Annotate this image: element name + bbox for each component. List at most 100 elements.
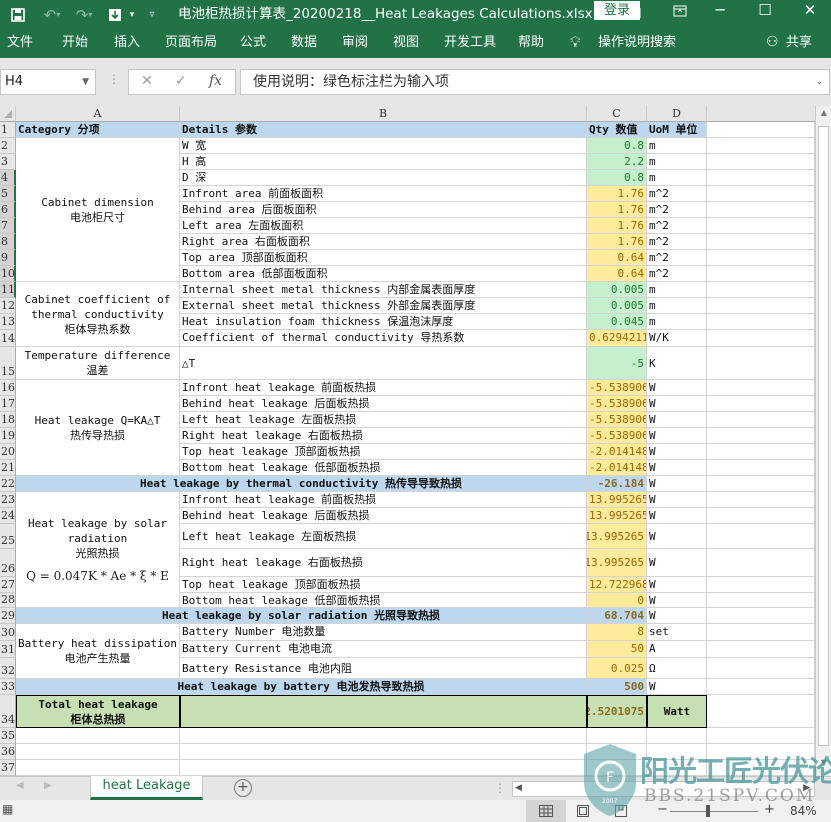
uom-cell[interactable]: m: [647, 154, 707, 170]
detail-cell[interactable]: Behind heat leakage 后面板热损: [180, 508, 587, 524]
uom-cell[interactable]: W: [647, 396, 707, 412]
uom-cell[interactable]: m^2: [647, 186, 707, 202]
row-header[interactable]: 22: [0, 476, 16, 492]
empty-cell[interactable]: [707, 347, 815, 380]
empty-cell[interactable]: [587, 728, 647, 744]
qty-cell[interactable]: -5.538906: [587, 428, 647, 444]
qty-cell[interactable]: 0.005: [587, 282, 647, 298]
row-header[interactable]: 21: [0, 460, 16, 476]
row-header[interactable]: 1: [0, 122, 16, 138]
qty-cell[interactable]: 1.76: [587, 202, 647, 218]
empty-cell[interactable]: [707, 396, 815, 412]
qty-cell[interactable]: 13.995265: [587, 492, 647, 508]
insert-function-icon[interactable]: fx: [209, 73, 222, 89]
row-header[interactable]: 14: [0, 330, 16, 347]
zoom-out-button[interactable]: −: [657, 802, 668, 817]
empty-cell[interactable]: [180, 760, 587, 776]
detail-cell[interactable]: Bottom heat leakage 低部面板热损: [180, 593, 587, 608]
qty-cell[interactable]: 13.995265: [587, 508, 647, 524]
subtotal-battery[interactable]: 500: [587, 679, 647, 695]
empty-cell[interactable]: [707, 282, 815, 298]
empty-cell[interactable]: [707, 314, 815, 330]
row-header[interactable]: 29: [0, 608, 16, 624]
uom-cell[interactable]: m^2: [647, 202, 707, 218]
next-sheet-icon[interactable]: ▶: [44, 780, 52, 791]
row-header[interactable]: 15: [0, 347, 16, 380]
uom-cell[interactable]: W: [647, 460, 707, 476]
empty-cell[interactable]: [707, 679, 815, 695]
empty-cell[interactable]: [707, 508, 815, 524]
subtotal-conduction[interactable]: -26.184: [587, 476, 647, 492]
uom-cell[interactable]: Ω: [647, 658, 707, 679]
share-user-icon[interactable]: ⚇: [766, 29, 779, 58]
empty-cell[interactable]: [707, 658, 815, 679]
detail-cell[interactable]: Right area 右面板面积: [180, 234, 587, 250]
empty-cell[interactable]: [707, 428, 815, 444]
login-button[interactable]: 登录: [594, 1, 640, 20]
uom-cell[interactable]: m: [647, 170, 707, 186]
column-header-b[interactable]: B: [180, 106, 587, 122]
tab-view[interactable]: 视图: [393, 29, 419, 58]
qty-cell[interactable]: 1.76: [587, 234, 647, 250]
horizontal-scrollbar[interactable]: ◀ ▶: [512, 781, 815, 797]
category-conduction[interactable]: Heat leakage Q=KA△T 热传导热损: [16, 380, 180, 476]
uom-cell[interactable]: m^2: [647, 266, 707, 282]
vertical-scrollbar[interactable]: ▲ ▼: [815, 106, 831, 776]
uom-cell[interactable]: W: [647, 444, 707, 460]
uom-cell[interactable]: W: [647, 412, 707, 428]
qty-cell[interactable]: 50: [587, 641, 647, 658]
detail-cell[interactable]: Right heat leakage 右面板热损: [180, 549, 587, 577]
empty-cell[interactable]: [180, 744, 587, 760]
row-header[interactable]: 5: [0, 186, 16, 202]
tab-split-grip-icon[interactable]: ⋮: [494, 781, 506, 795]
empty-cell[interactable]: [707, 476, 815, 492]
detail-cell[interactable]: Bottom area 低部面板面积: [180, 266, 587, 282]
uom-cell[interactable]: m: [647, 314, 707, 330]
detail-cell[interactable]: Left heat leakage 左面板热损: [180, 524, 587, 549]
expand-formula-icon[interactable]: ⌄: [815, 70, 823, 94]
empty-cell[interactable]: [707, 138, 815, 154]
redo-icon[interactable]: ↷ ▾: [70, 0, 98, 29]
detail-cell[interactable]: △T: [180, 347, 587, 380]
customize-icon[interactable]: ▿: [144, 0, 160, 29]
detail-cell[interactable]: Top area 顶部面板面积: [180, 250, 587, 266]
detail-cell[interactable]: Internal sheet metal thickness 内部金属表面厚度: [180, 282, 587, 298]
page-break-button[interactable]: [614, 804, 628, 821]
qty-cell[interactable]: -5.538906: [587, 380, 647, 396]
empty-cell[interactable]: [647, 728, 707, 744]
row-header[interactable]: 26: [0, 549, 16, 577]
column-header-c[interactable]: C: [587, 106, 647, 122]
empty-cell[interactable]: [707, 186, 815, 202]
tab-insert[interactable]: 插入: [114, 29, 140, 58]
empty-cell[interactable]: [647, 744, 707, 760]
uom-cell[interactable]: m^2: [647, 234, 707, 250]
total-value[interactable]: 542.5201075: [587, 695, 647, 728]
empty-cell[interactable]: [707, 524, 815, 549]
name-box[interactable]: H4 ▼: [0, 69, 96, 95]
qty-cell[interactable]: 0.6294211: [587, 330, 647, 347]
empty-cell[interactable]: [16, 728, 180, 744]
qty-cell[interactable]: -2.014148: [587, 460, 647, 476]
qty-cell[interactable]: 1.76: [587, 186, 647, 202]
row-header[interactable]: 30: [0, 624, 16, 641]
zoom-slider-track[interactable]: [670, 811, 758, 812]
row-header[interactable]: 28: [0, 593, 16, 608]
empty-cell[interactable]: [707, 202, 815, 218]
uom-cell[interactable]: m: [647, 138, 707, 154]
tab-page-layout[interactable]: 页面布局: [165, 29, 217, 58]
vertical-scroll-thumb[interactable]: [818, 126, 829, 746]
header-uom[interactable]: UoM 单位: [647, 122, 707, 138]
scroll-left-icon[interactable]: ◀: [515, 783, 522, 793]
empty-cell[interactable]: [707, 492, 815, 508]
zoom-in-button[interactable]: +: [764, 802, 775, 817]
row-header[interactable]: 10: [0, 266, 16, 282]
macro-record-icon[interactable]: ▦: [2, 802, 13, 816]
empty-cell[interactable]: [707, 444, 815, 460]
empty-cell[interactable]: [707, 608, 815, 624]
row-header[interactable]: 9: [0, 250, 16, 266]
maximize-icon[interactable]: ☐: [745, 0, 785, 22]
row-header[interactable]: 31: [0, 641, 16, 658]
close-icon[interactable]: ✕: [790, 0, 830, 22]
subtotal-solar[interactable]: 68.704: [587, 608, 647, 624]
empty-cell[interactable]: [707, 250, 815, 266]
